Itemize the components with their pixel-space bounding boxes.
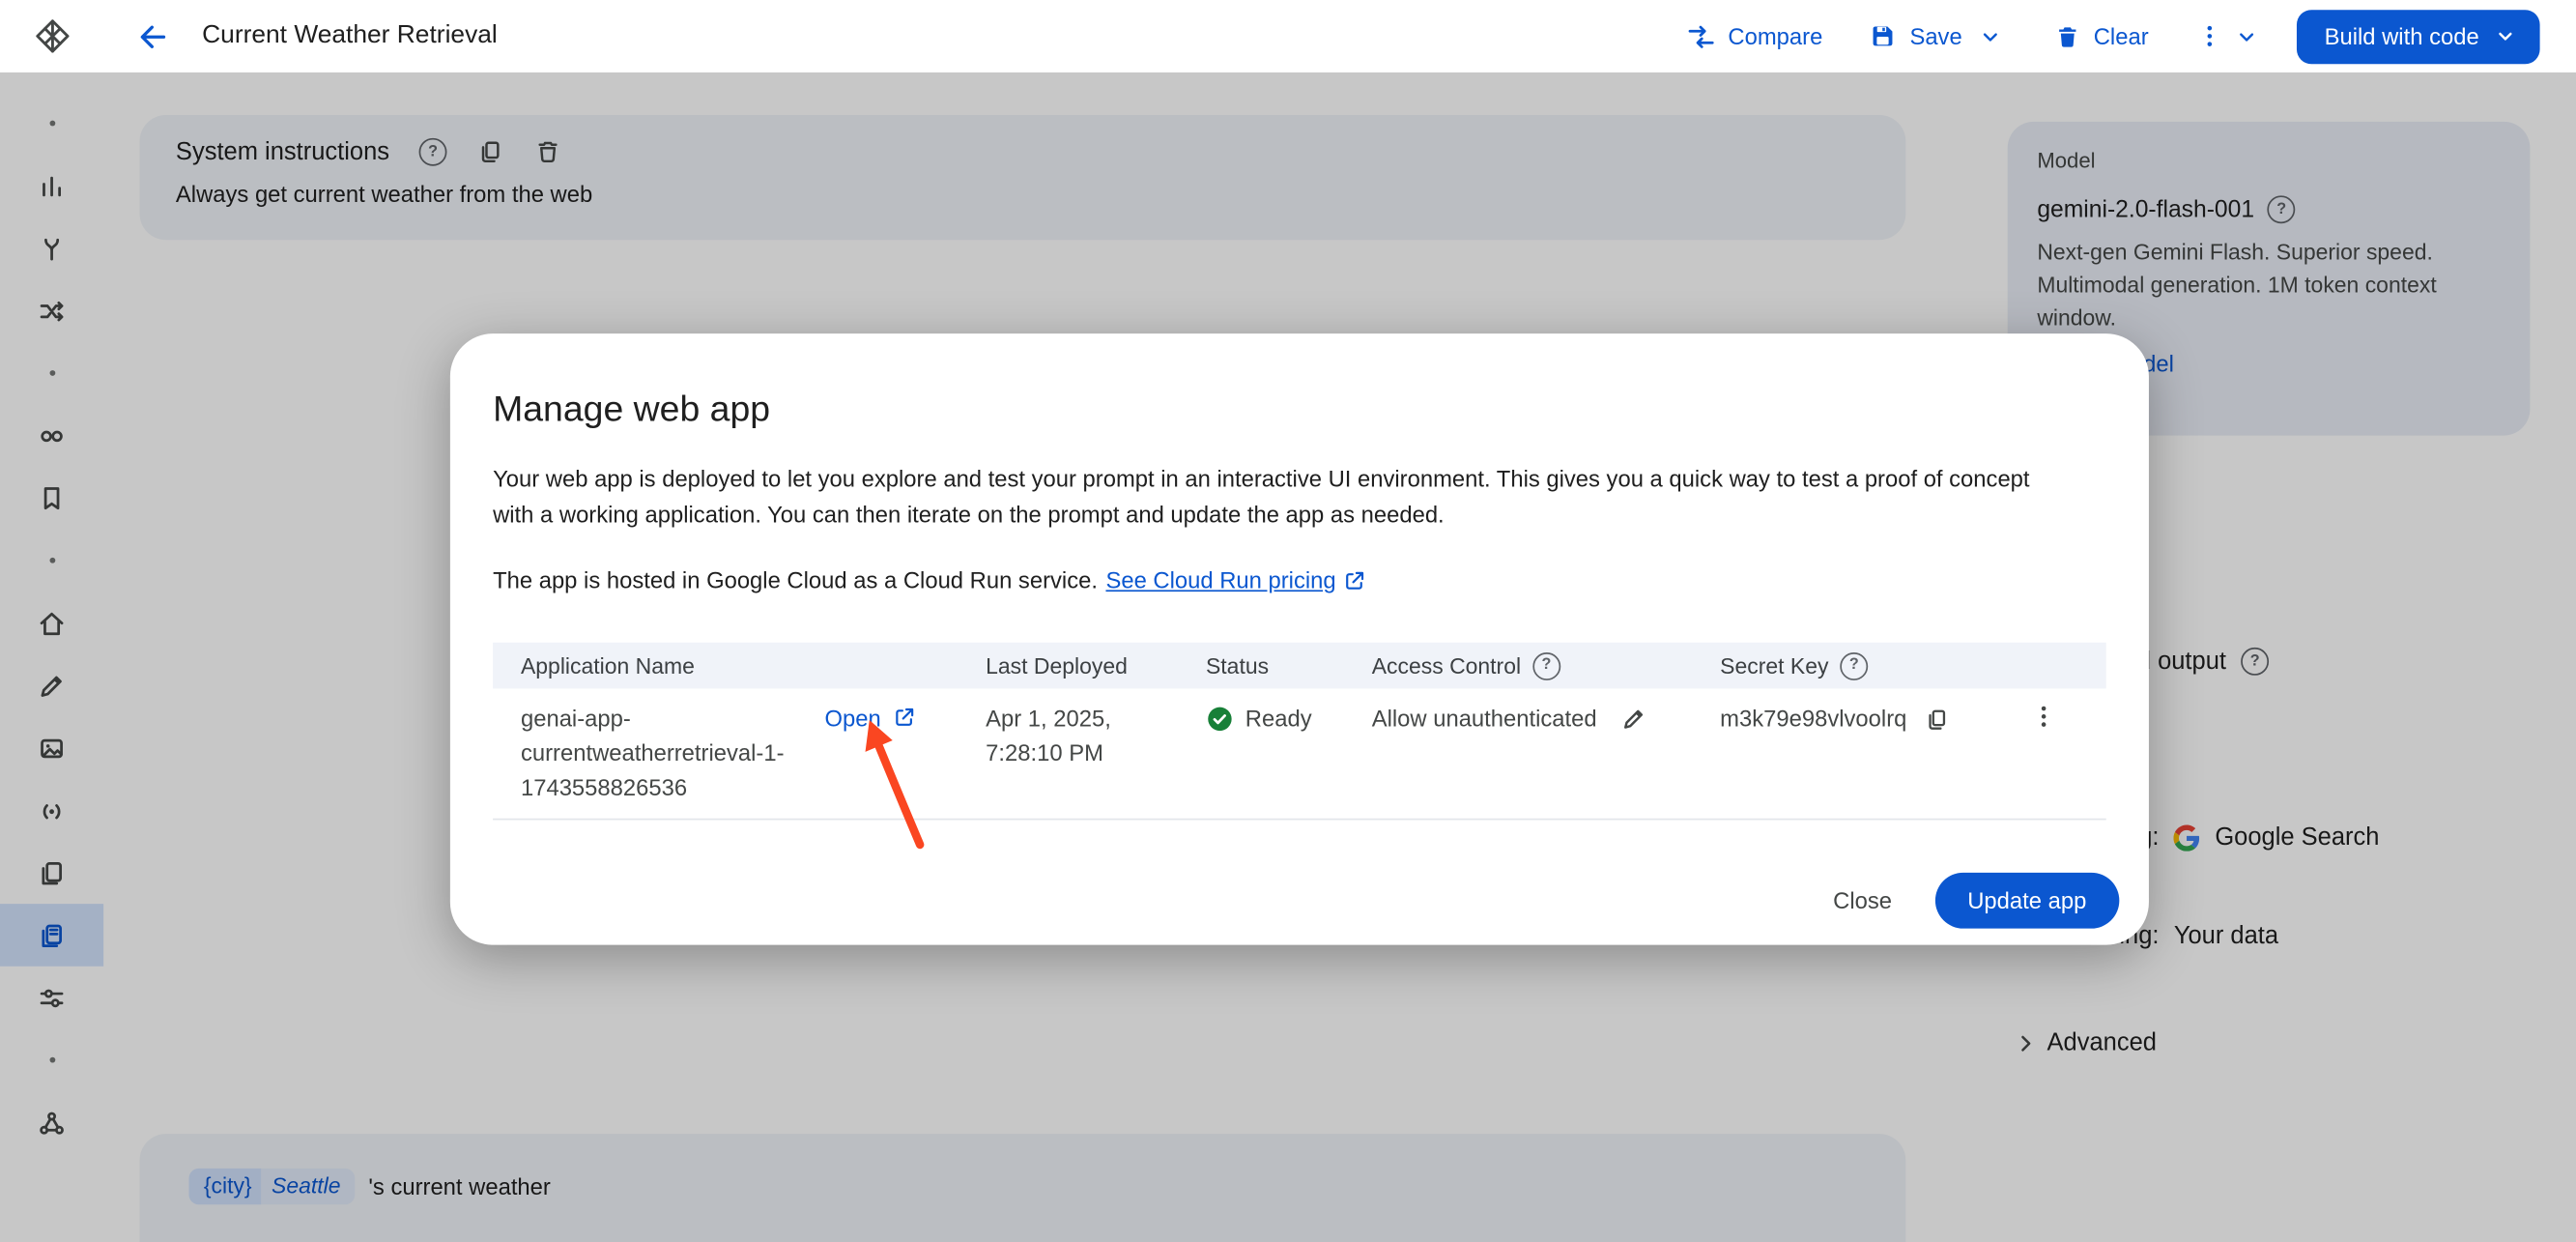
save-button[interactable]: Save: [1869, 21, 1962, 51]
compare-button[interactable]: Compare: [1685, 20, 1822, 51]
compare-icon: [1685, 20, 1716, 51]
topbar: Current Weather Retrieval Compare Save: [0, 0, 2576, 72]
clear-label: Clear: [2094, 23, 2149, 49]
status-text: Ready: [1245, 702, 1312, 737]
secret-key-text: m3k79e98vlvoolrq: [1720, 702, 1906, 737]
row-menu-button[interactable]: [2028, 702, 2058, 732]
status-ready-icon: [1206, 705, 1234, 733]
app-logo[interactable]: [0, 16, 103, 56]
more-dropdown-button[interactable]: [2232, 22, 2260, 50]
help-icon[interactable]: [1532, 651, 1560, 679]
cloud-run-pricing-link[interactable]: See Cloud Run pricing: [1105, 567, 1367, 593]
app-logo-icon: [32, 16, 72, 56]
page-title: Current Weather Retrieval: [202, 21, 498, 51]
back-button[interactable]: [136, 19, 171, 54]
copy-icon[interactable]: [1923, 706, 1949, 732]
save-icon: [1869, 21, 1899, 51]
col-last-deployed: Last Deployed: [986, 653, 1128, 679]
more-vert-icon: [2194, 21, 2224, 51]
save-label: Save: [1909, 23, 1961, 49]
dialog-title: Manage web app: [493, 388, 2106, 430]
open-app-link[interactable]: Open: [825, 702, 918, 805]
close-button[interactable]: Close: [1804, 875, 1922, 927]
app-name-text: genai-app-currentweatherretrieval-1-1743…: [521, 702, 825, 805]
cloud-run-pricing-label: See Cloud Run pricing: [1105, 567, 1335, 593]
manage-web-app-dialog: Manage web app Your web app is deployed …: [450, 333, 2149, 944]
compare-label: Compare: [1728, 23, 1822, 49]
trash-icon: [2054, 22, 2082, 50]
col-application-name: Application Name: [521, 653, 695, 679]
more-actions-button[interactable]: [2194, 21, 2224, 51]
external-link-icon: [1342, 567, 1367, 592]
external-link-icon: [893, 705, 918, 730]
dialog-body-text: Your web app is deployed to let you expl…: [493, 462, 2074, 533]
chevron-down-icon: [2492, 23, 2518, 49]
update-app-button[interactable]: Update app: [1934, 873, 2119, 929]
web-app-table: Application Name Last Deployed Status Ac…: [493, 643, 2106, 821]
table-header-row: Application Name Last Deployed Status Ac…: [493, 643, 2106, 689]
back-arrow-icon: [136, 19, 171, 54]
help-icon[interactable]: [1840, 651, 1868, 679]
col-status: Status: [1206, 653, 1269, 679]
save-dropdown-button[interactable]: [1977, 22, 2005, 50]
edit-pencil-icon[interactable]: [1619, 705, 1647, 733]
build-with-code-button[interactable]: Build with code: [2297, 9, 2540, 63]
open-label: Open: [825, 702, 881, 737]
table-row: genai-app-currentweatherretrieval-1-1743…: [493, 688, 2106, 820]
dialog-hosting-text: The app is hosted in Google Cloud as a C…: [493, 567, 1098, 593]
access-control-text: Allow unauthenticated: [1372, 702, 1597, 737]
more-vert-icon: [2028, 702, 2058, 732]
chevron-down-icon: [2232, 22, 2260, 50]
build-with-code-label: Build with code: [2325, 23, 2479, 49]
topbar-actions: Compare Save Clear: [1685, 9, 2539, 63]
col-access-control: Access Control: [1372, 653, 1521, 679]
col-secret-key: Secret Key: [1720, 653, 1828, 679]
last-deployed-text: Apr 1, 2025, 7:28:10 PM: [986, 705, 1111, 765]
clear-button[interactable]: Clear: [2054, 22, 2149, 50]
chevron-down-icon: [1977, 22, 2005, 50]
app-window: Current Weather Retrieval Compare Save: [0, 0, 2576, 1242]
